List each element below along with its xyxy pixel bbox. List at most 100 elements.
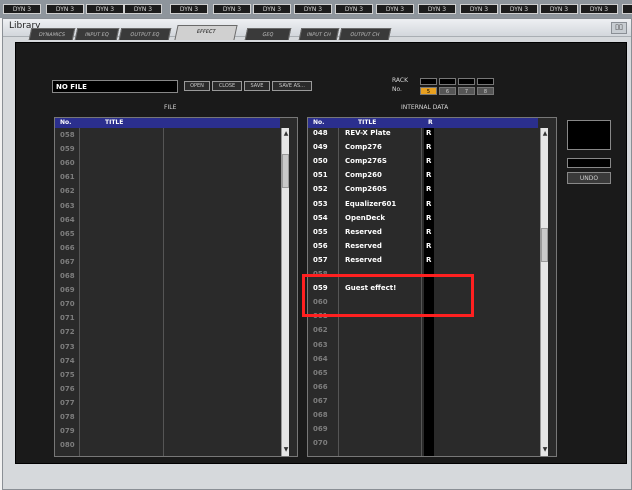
channel-tab[interactable]: DYN 3 [253, 4, 291, 14]
table-row[interactable]: 072 [55, 326, 280, 339]
scroll-down-icon[interactable]: ▼ [541, 446, 549, 454]
row-r-flag: R [426, 129, 432, 137]
file-list-scrollbar[interactable]: ▲ ▼ [281, 128, 289, 456]
table-row[interactable]: 068 [55, 270, 280, 283]
channel-tab[interactable]: DYN 3 [86, 4, 124, 14]
table-row[interactable]: 048 REV-X Plate R [308, 127, 538, 140]
table-row[interactable]: 053 Equalizer601 R [308, 198, 538, 211]
table-row[interactable]: 073 [55, 341, 280, 354]
channel-tab[interactable]: DYN 3 [622, 4, 632, 14]
table-row[interactable]: 067 [55, 256, 280, 269]
table-row[interactable]: 079 [55, 425, 280, 438]
table-row[interactable]: 064 [55, 214, 280, 227]
table-row[interactable]: 062 [55, 185, 280, 198]
row-number: 067 [60, 257, 75, 266]
tab-output-ch[interactable]: OUTPUT CH [338, 28, 392, 40]
table-row[interactable]: 056 Reserved R [308, 240, 538, 253]
table-row[interactable]: 075 [55, 369, 280, 382]
channel-tab[interactable]: DYN 3 [124, 4, 162, 14]
table-row[interactable]: 066 [55, 242, 280, 255]
table-row[interactable]: 054 OpenDeck R [308, 212, 538, 225]
row-title: Comp276 [345, 143, 382, 152]
channel-tab[interactable]: DYN 3 [500, 4, 538, 14]
row-number: 057 [313, 255, 328, 264]
tab-geq[interactable]: GEQ [244, 28, 292, 40]
row-number: 053 [313, 199, 328, 208]
channel-tab[interactable]: DYN 3 [580, 4, 618, 14]
rack-number-8[interactable]: 8 [477, 87, 494, 95]
close-button[interactable]: ▯▯ [611, 22, 627, 34]
tab-dynamics[interactable]: DYNAMICS [28, 28, 76, 40]
tab-output-eq[interactable]: OUTPUT EQ [118, 28, 172, 40]
save-as-button[interactable]: SAVE AS... [272, 81, 312, 91]
table-row[interactable]: 074 [55, 355, 280, 368]
table-row[interactable]: 063 [308, 339, 538, 352]
table-row[interactable]: 070 [55, 298, 280, 311]
highlight-annotation [302, 274, 474, 317]
open-button[interactable]: OPEN [184, 81, 210, 91]
undo-button[interactable]: UNDO [567, 172, 611, 184]
scroll-thumb[interactable] [541, 228, 548, 262]
table-row[interactable]: 069 [55, 284, 280, 297]
scroll-down-icon[interactable]: ▼ [282, 446, 290, 454]
row-title: Comp260S [345, 185, 387, 194]
table-row[interactable]: 058 [55, 129, 280, 142]
table-row[interactable]: 077 [55, 397, 280, 410]
table-row[interactable]: 068 [308, 409, 538, 422]
table-row[interactable]: 051 Comp260 R [308, 169, 538, 182]
table-row[interactable]: 066 [308, 381, 538, 394]
channel-tab[interactable]: DYN 3 [418, 4, 456, 14]
channel-tab[interactable]: DYN 3 [294, 4, 332, 14]
table-row[interactable]: 063 [55, 200, 280, 213]
row-number: 071 [60, 314, 75, 323]
scroll-thumb[interactable] [282, 154, 289, 188]
table-row[interactable]: 069 [308, 423, 538, 436]
row-number: 066 [313, 382, 328, 391]
table-row[interactable]: 057 Reserved R [308, 254, 538, 267]
channel-tab[interactable]: DYN 3 [213, 4, 251, 14]
table-row[interactable]: 050 Comp276S R [308, 155, 538, 168]
tab-input-ch[interactable]: INPUT CH [298, 28, 340, 40]
channel-tab[interactable]: DYN 3 [460, 4, 498, 14]
row-number: 067 [313, 396, 328, 405]
table-row[interactable]: 076 [55, 383, 280, 396]
table-row[interactable]: 080 [55, 439, 280, 452]
tab-effect[interactable]: EFFECT [174, 25, 238, 40]
channel-tab[interactable]: DYN 3 [540, 4, 578, 14]
table-row[interactable]: 064 [308, 353, 538, 366]
table-row[interactable]: 071 [55, 312, 280, 325]
table-row[interactable]: 052 Comp260S R [308, 183, 538, 196]
save-button[interactable]: SAVE [244, 81, 270, 91]
table-row[interactable]: 067 [308, 395, 538, 408]
channel-tab[interactable]: DYN 3 [170, 4, 208, 14]
internal-list-scrollbar[interactable]: ▲ ▼ [540, 128, 548, 456]
table-row[interactable]: 065 [308, 367, 538, 380]
channel-tab[interactable]: DYN 3 [376, 4, 414, 14]
channel-tab[interactable]: DYN 3 [46, 4, 84, 14]
table-row[interactable]: 062 [308, 324, 538, 337]
table-row[interactable]: 078 [55, 411, 280, 424]
scroll-up-icon[interactable]: ▲ [282, 130, 290, 138]
table-row[interactable]: 065 [55, 228, 280, 241]
header-no: No. [60, 119, 72, 126]
channel-tab[interactable]: DYN 3 [335, 4, 373, 14]
row-number: 059 [60, 145, 75, 154]
table-row[interactable]: 049 Comp276 R [308, 141, 538, 154]
table-row[interactable]: 070 [308, 437, 538, 450]
table-row[interactable]: 060 [55, 157, 280, 170]
row-number: 070 [60, 300, 75, 309]
channel-tab[interactable]: DYN 3 [3, 4, 41, 14]
close-file-button[interactable]: CLOSE [212, 81, 242, 91]
table-row[interactable]: 059 [55, 143, 280, 156]
rack-number-6[interactable]: 6 [439, 87, 456, 95]
file-list[interactable]: No. TITLE 058 059 060 061 062 063 064 065 066 067… [54, 117, 298, 457]
rack-number-7[interactable]: 7 [458, 87, 475, 95]
tab-input-eq[interactable]: INPUT EQ [74, 28, 120, 40]
row-title: REV-X Plate [345, 129, 391, 137]
scroll-up-icon[interactable]: ▲ [541, 130, 549, 138]
rack-number-5[interactable]: 5 [420, 87, 437, 95]
file-list-header: No. TITLE [55, 118, 280, 128]
table-row[interactable]: 061 [55, 171, 280, 184]
row-title: Comp276S [345, 157, 387, 166]
table-row[interactable]: 055 Reserved R [308, 226, 538, 239]
